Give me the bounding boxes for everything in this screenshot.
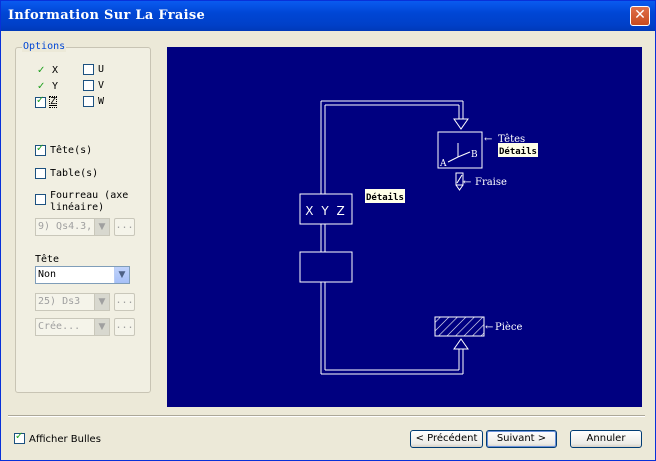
axis-v-label: V: [98, 80, 105, 91]
axis-x-checkmark[interactable]: ✓: [37, 65, 45, 76]
precedent-button[interactable]: < Précédent: [410, 430, 483, 448]
axis-a-label: A: [439, 159, 447, 169]
close-button[interactable]: ✕: [630, 6, 650, 26]
fourreau-checkbox[interactable]: [35, 194, 46, 205]
axis-z-checkbox[interactable]: [35, 95, 46, 108]
create-select-value: Crée...: [38, 321, 81, 332]
chevron-down-icon: ▼: [94, 219, 109, 235]
window-title: Information Sur La Fraise: [8, 8, 206, 23]
title-bar: Information Sur La Fraise ✕: [1, 1, 655, 31]
head-select-value: 25) Ds3: [38, 296, 81, 307]
head-browse-button[interactable]: ...: [114, 293, 135, 311]
axis-z-label: Z: [49, 96, 58, 108]
fourreau-label-line1: Fourreau (axe: [50, 190, 129, 201]
afficher-bulles-checkbox[interactable]: [14, 431, 25, 444]
chevron-down-icon: ▼: [94, 294, 109, 310]
axis-y-label: Y: [52, 81, 59, 92]
tetes-arrow: ←: [484, 134, 492, 145]
arrow-down-icon: [453, 118, 469, 130]
piece-label: Pièce: [495, 322, 522, 333]
head-select[interactable]: 25) Ds3 ▼: [35, 293, 110, 311]
afficher-bulles-label: Afficher Bulles: [29, 434, 101, 445]
footer-separator: [8, 415, 645, 417]
table-box: [299, 251, 353, 283]
diagram-drawing: X Y Z Détails Détails ← Têtes ← Fraise ←…: [299, 100, 538, 375]
piece-arrow: ←: [485, 322, 493, 333]
piece-box: [434, 316, 485, 337]
axis-b-label: B: [471, 150, 478, 160]
dialog-window: Information Sur La Fraise ✕ Options ✓ X …: [0, 0, 656, 461]
tetes-checkbox[interactable]: [35, 143, 46, 156]
tete-select-value: Non: [38, 269, 57, 280]
fourreau-select[interactable]: 9) Qs4.3, ▼: [35, 218, 110, 236]
close-icon: ✕: [634, 7, 646, 23]
details-1-link[interactable]: Détails: [366, 192, 404, 203]
fourreau-select-value: 9) Qs4.3,: [38, 221, 93, 232]
tables-label: Table(s): [50, 168, 99, 179]
chevron-down-icon: ▼: [114, 267, 129, 283]
axis-x-label: X: [52, 65, 59, 76]
axis-y-checkmark[interactable]: ✓: [37, 81, 45, 92]
axis-v-checkbox[interactable]: [83, 80, 94, 91]
details-2-link[interactable]: Détails: [499, 146, 537, 157]
fraise-tool-tip: [455, 184, 464, 191]
tetes-label: Têtes: [498, 134, 525, 145]
axis-b-line: [457, 151, 471, 158]
fraise-arrow: ←: [463, 177, 471, 188]
axis-a-line: [447, 156, 459, 163]
axis-w-checkbox[interactable]: [83, 96, 94, 107]
options-legend: Options: [22, 41, 67, 52]
fourreau-label-line2: linéaire): [50, 202, 105, 213]
create-browse-button[interactable]: ...: [114, 318, 135, 336]
fraise-label: Fraise: [475, 177, 507, 188]
axis-u-label: U: [98, 64, 105, 75]
chevron-down-icon: ▼: [94, 319, 109, 335]
create-select[interactable]: Crée... ▼: [35, 318, 110, 336]
annuler-button[interactable]: Annuler: [570, 430, 642, 448]
fourreau-browse-button[interactable]: ...: [114, 218, 135, 236]
axis-w-label: W: [98, 96, 105, 107]
axis-u-checkbox[interactable]: [83, 64, 94, 75]
arrow-up-icon: [453, 338, 469, 350]
machine-diagram: X Y Z Détails Détails ← Têtes ← Fraise ←…: [167, 47, 642, 407]
tetes-label: Tête(s): [50, 145, 93, 156]
tete-select[interactable]: Non ▼: [35, 266, 130, 284]
tables-checkbox[interactable]: [35, 168, 46, 179]
xyz-label: X Y Z: [305, 204, 346, 218]
suivant-button[interactable]: Suivant >: [486, 430, 557, 448]
tete-label: Tête: [35, 254, 60, 265]
fraise-tool-hatch: [456, 174, 463, 184]
